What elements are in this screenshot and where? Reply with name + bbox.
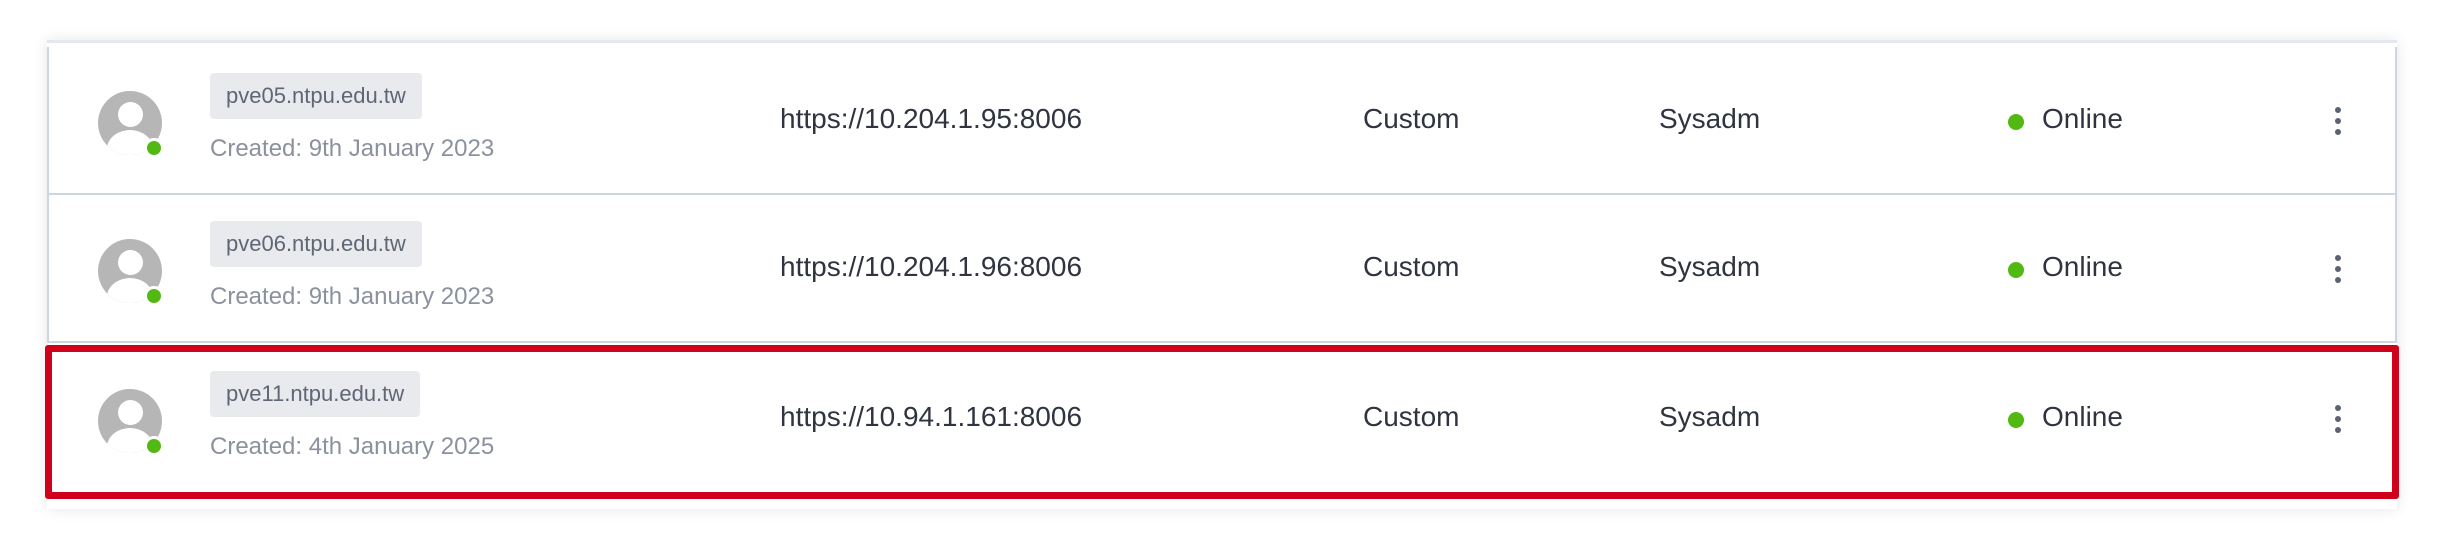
- created-date: Created: 4th January 2025: [210, 433, 495, 460]
- server-owner: Sysadm: [1659, 103, 1761, 134]
- more-options-icon[interactable]: [2324, 397, 2352, 441]
- server-type: Custom: [1363, 401, 1460, 432]
- host-tag: pve11.ntpu.edu.tw: [210, 371, 421, 417]
- server-type: Custom: [1363, 103, 1460, 134]
- table-row[interactable]: pve05.ntpu.edu.tw Created: 9th January 2…: [47, 47, 2397, 195]
- server-url: https://10.204.1.95:8006: [780, 103, 1083, 134]
- server-url: https://10.94.1.161:8006: [780, 401, 1083, 432]
- status-dot: [2008, 412, 2024, 428]
- server-list-card: pve05.ntpu.edu.tw Created: 9th January 2…: [45, 40, 2399, 509]
- status-dot: [2008, 114, 2024, 130]
- host-tag: pve05.ntpu.edu.tw: [210, 73, 422, 119]
- status-dot: [2008, 262, 2024, 278]
- table-row[interactable]: pve06.ntpu.edu.tw Created: 9th January 2…: [47, 195, 2397, 343]
- table-row[interactable]: pve11.ntpu.edu.tw Created: 4th January 2…: [47, 345, 2397, 493]
- server-owner: Sysadm: [1659, 401, 1761, 432]
- created-date: Created: 9th January 2023: [210, 135, 495, 162]
- online-indicator-dot: [144, 286, 164, 306]
- online-indicator-dot: [144, 436, 164, 456]
- host-tag: pve06.ntpu.edu.tw: [210, 221, 422, 267]
- status-text: Online: [2042, 251, 2123, 282]
- server-url: https://10.204.1.96:8006: [780, 251, 1083, 282]
- status-text: Online: [2042, 401, 2123, 432]
- more-options-icon[interactable]: [2324, 247, 2352, 291]
- more-options-icon[interactable]: [2324, 99, 2352, 143]
- created-date: Created: 9th January 2023: [210, 283, 495, 310]
- status-text: Online: [2042, 103, 2123, 134]
- server-type: Custom: [1363, 251, 1460, 282]
- online-indicator-dot: [144, 138, 164, 158]
- server-owner: Sysadm: [1659, 251, 1761, 282]
